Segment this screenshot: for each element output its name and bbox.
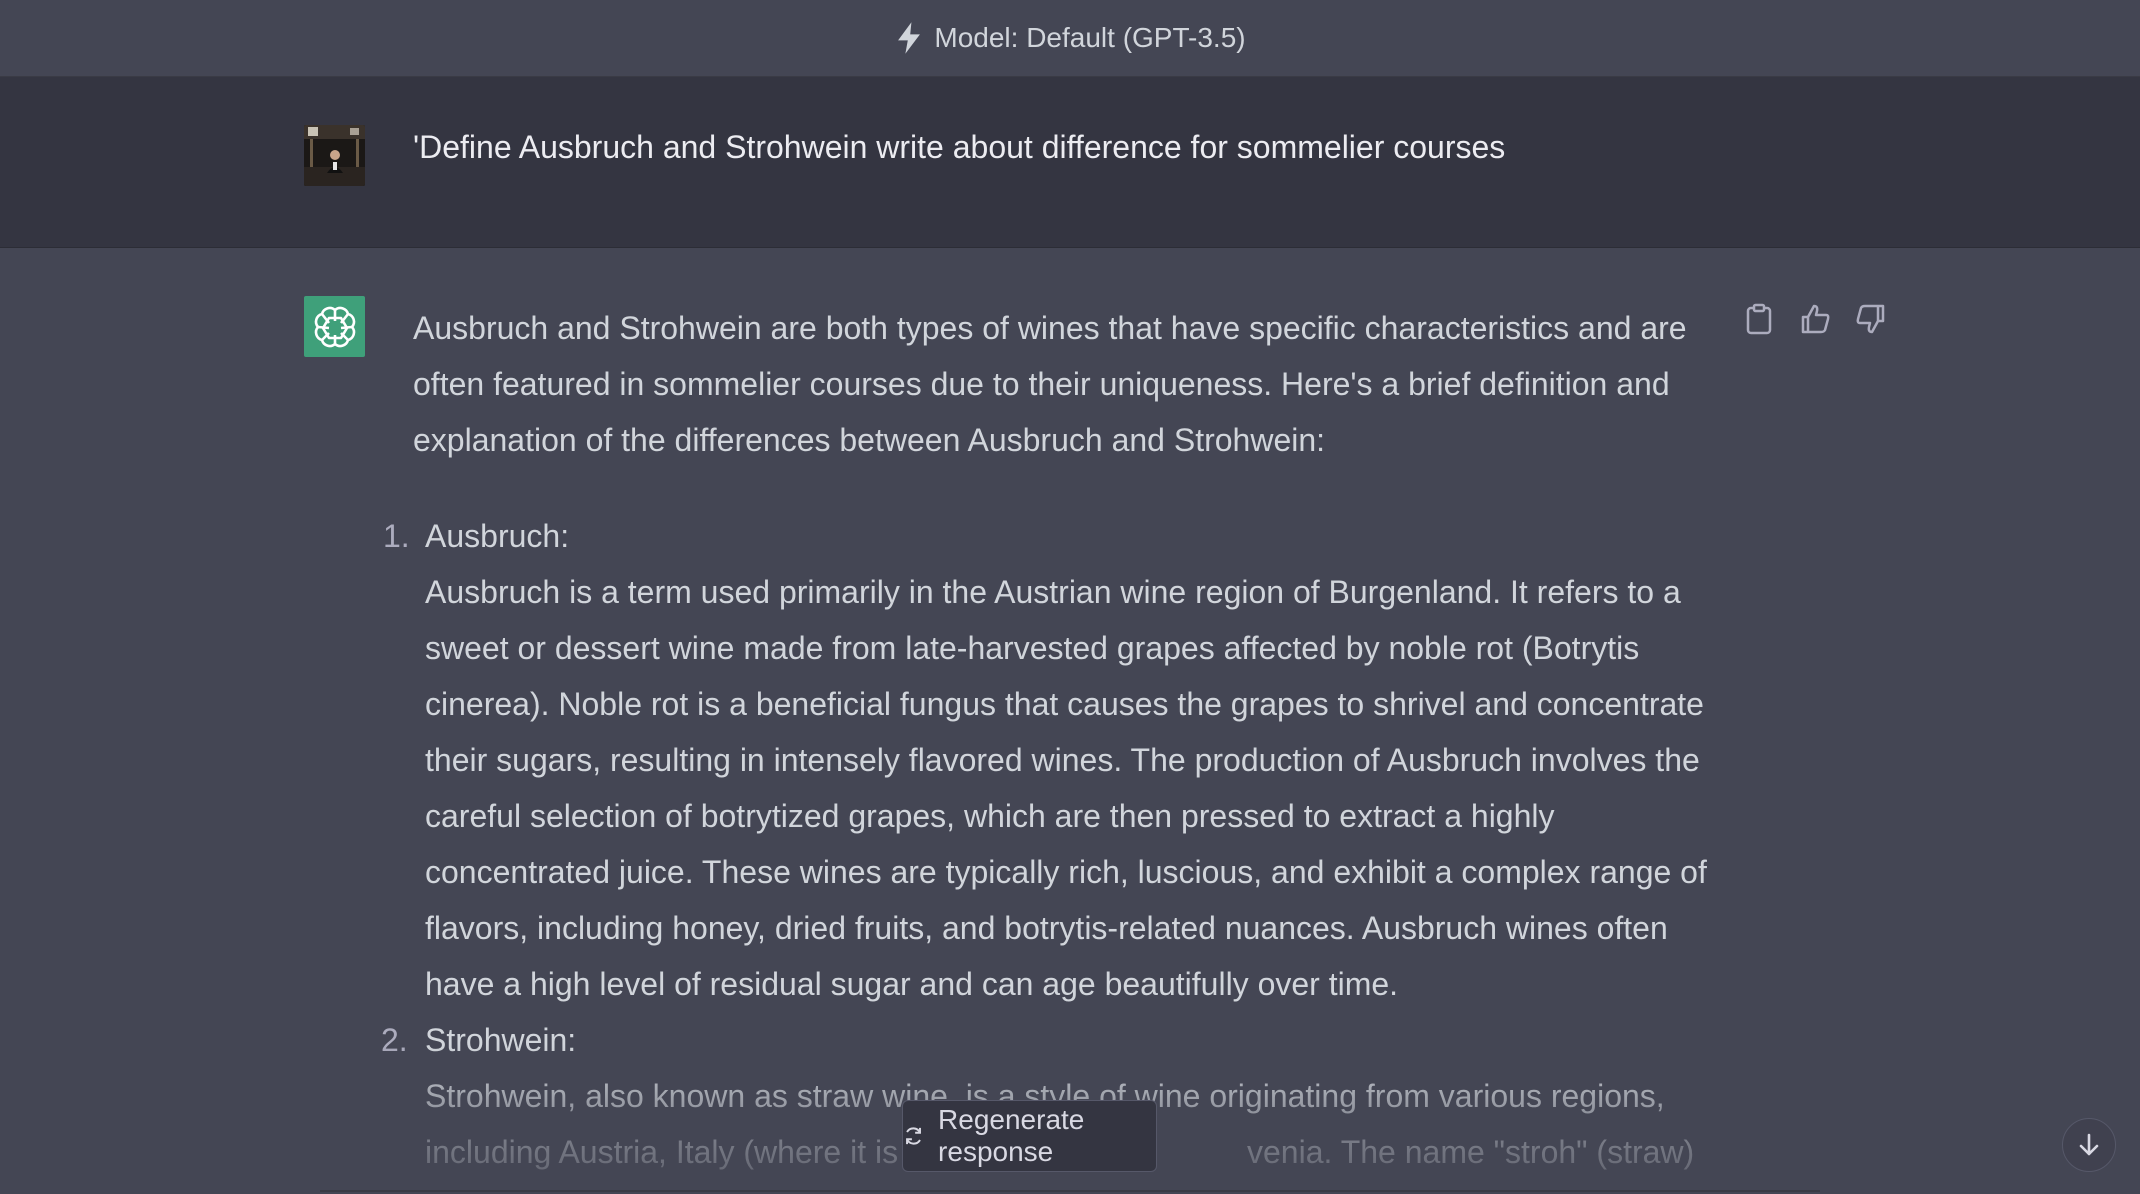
- list-item-body: Ausbruch is a term used primarily in the…: [425, 574, 1707, 1002]
- thumbs-down-button[interactable]: [1854, 302, 1888, 336]
- assistant-message-content: Ausbruch and Strohwein are both types of…: [381, 300, 1713, 1180]
- list-item-title: Strohwein:: [425, 1022, 577, 1058]
- scroll-to-bottom-button[interactable]: [2062, 1118, 2116, 1172]
- list-item: 1. Ausbruch: Ausbruch is a term used pri…: [383, 508, 1713, 1012]
- arrow-down-icon: [2079, 1133, 2099, 1156]
- lightning-bolt-icon: [898, 22, 921, 54]
- thumbs-up-button[interactable]: [1798, 302, 1832, 336]
- assistant-avatar: [304, 296, 365, 357]
- divider: [320, 1190, 1820, 1192]
- user-photo-icon: [304, 125, 365, 186]
- user-message-text: 'Define Ausbruch and Strohwein write abo…: [413, 129, 1506, 165]
- clipboard-icon: [1746, 303, 1772, 335]
- regenerate-label: Regenerate response: [938, 1104, 1085, 1167]
- numbered-list: 1. Ausbruch: Ausbruch is a term used pri…: [381, 508, 1713, 1180]
- list-number: 2.: [381, 1022, 408, 1058]
- user-avatar: [304, 125, 365, 186]
- copy-button[interactable]: [1742, 302, 1776, 336]
- model-header: Model: Default (GPT-3.5): [0, 0, 2140, 77]
- openai-logo-icon: [314, 306, 355, 347]
- refresh-icon: [906, 1127, 921, 1145]
- model-label: Model: Default (GPT-3.5): [934, 22, 1246, 53]
- regenerate-response-button[interactable]: Regenerate response: [902, 1100, 1157, 1172]
- thumbs-down-icon: [1856, 304, 1885, 334]
- chat-app: Model: Default (GPT-3.5) 'Define Ausbruc…: [0, 0, 2140, 1194]
- assistant-intro: Ausbruch and Strohwein are both types of…: [413, 310, 1687, 458]
- list-item-title: Ausbruch:: [425, 518, 570, 554]
- message-actions: [1742, 302, 1888, 336]
- assistant-message-row: Ausbruch and Strohwein are both types of…: [0, 248, 2140, 1194]
- list-number: 1.: [383, 518, 410, 554]
- thumbs-up-icon: [1801, 304, 1830, 334]
- user-message-row: 'Define Ausbruch and Strohwein write abo…: [0, 77, 2140, 248]
